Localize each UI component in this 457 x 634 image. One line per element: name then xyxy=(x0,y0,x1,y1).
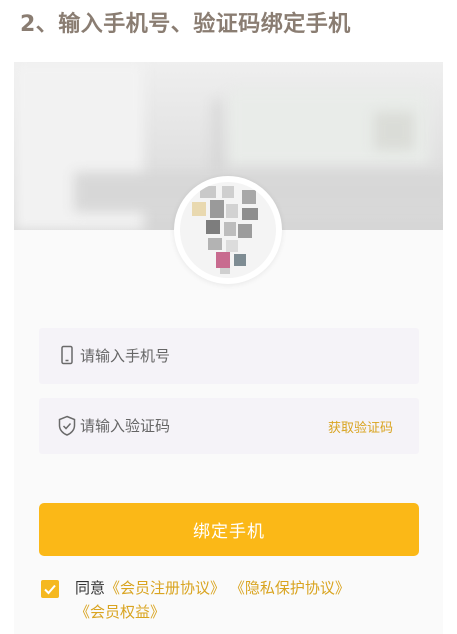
avatar[interactable] xyxy=(174,176,282,284)
agreement-prefix: 同意 xyxy=(75,579,106,597)
link-member-benefits[interactable]: 《会员权益》 xyxy=(75,603,165,621)
bind-phone-button[interactable]: 绑定手机 xyxy=(39,503,419,556)
phone-field[interactable] xyxy=(39,328,419,384)
phone-input[interactable] xyxy=(80,343,310,369)
code-input[interactable] xyxy=(80,413,310,439)
shield-check-icon xyxy=(57,415,77,437)
get-code-button[interactable]: 获取验证码 xyxy=(328,417,393,436)
agreement-text: 同意《会员注册协议》 《隐私保护协议》 《会员权益》 xyxy=(75,576,440,624)
bind-phone-panel: 获取验证码 绑定手机 xyxy=(14,62,443,634)
avatar-image xyxy=(180,182,276,278)
phone-icon xyxy=(57,345,77,367)
link-member-registration[interactable]: 《会员注册协议》 xyxy=(105,579,225,597)
checkmark-icon xyxy=(44,584,56,595)
code-field[interactable]: 获取验证码 xyxy=(39,398,419,454)
agreement-checkbox[interactable] xyxy=(41,580,59,598)
link-privacy-protection[interactable]: 《隐私保护协议》 xyxy=(230,579,350,597)
step-title: 2、输入手机号、验证码绑定手机 xyxy=(20,12,351,37)
